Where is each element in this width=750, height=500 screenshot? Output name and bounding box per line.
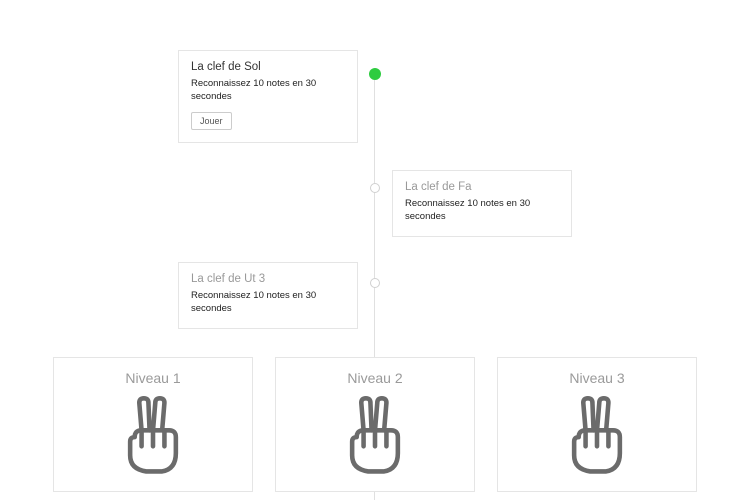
levels-row: Niveau 1 Niveau 2 Niveau 3 [0,357,750,492]
peace-hand-icon [562,396,632,476]
timeline-dot [370,278,380,288]
peace-hand-icon [340,396,410,476]
peace-hand-icon [118,396,188,476]
timeline-dot-active [369,68,381,80]
timeline-dot [370,183,380,193]
timeline-card-ut3[interactable]: La clef de Ut 3 Reconnaissez 10 notes en… [178,262,358,329]
timeline-card-fa[interactable]: La clef de Fa Reconnaissez 10 notes en 3… [392,170,572,237]
card-desc: Reconnaissez 10 notes en 30 secondes [405,198,559,224]
level-title: Niveau 3 [569,370,624,386]
level-card-2[interactable]: Niveau 2 [275,357,475,492]
level-title: Niveau 1 [125,370,180,386]
card-desc: Reconnaissez 10 notes en 30 secondes [191,78,345,104]
level-card-3[interactable]: Niveau 3 [497,357,697,492]
card-desc: Reconnaissez 10 notes en 30 secondes [191,290,345,316]
card-title: La clef de Sol [191,61,345,73]
play-button[interactable]: Jouer [191,112,232,130]
card-title: La clef de Fa [405,181,559,193]
level-card-1[interactable]: Niveau 1 [53,357,253,492]
card-title: La clef de Ut 3 [191,273,345,285]
timeline-card-sol[interactable]: La clef de Sol Reconnaissez 10 notes en … [178,50,358,143]
level-title: Niveau 2 [347,370,402,386]
